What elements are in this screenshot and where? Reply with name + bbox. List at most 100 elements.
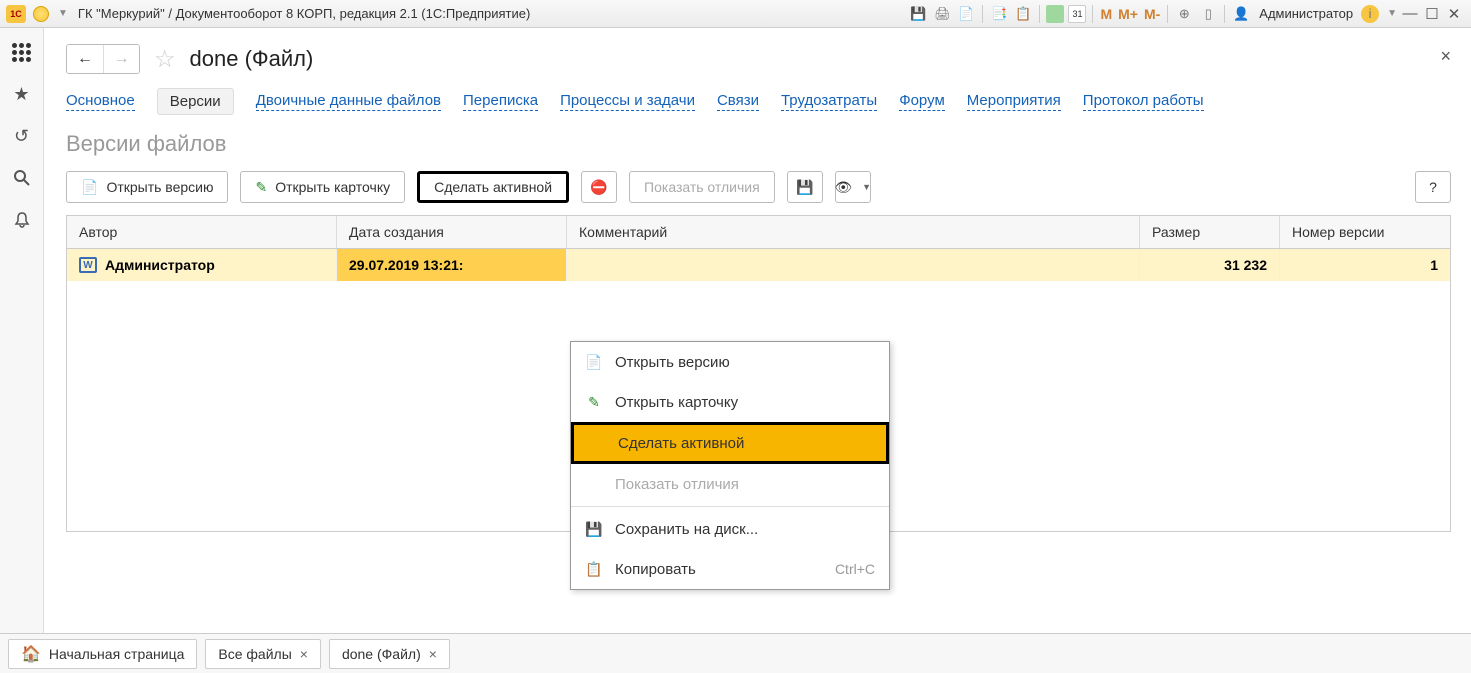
disk-icon: 💾 <box>796 179 813 196</box>
nav-buttons: ← → <box>66 44 140 74</box>
back-button[interactable]: ← <box>67 45 103 73</box>
ctx-separator <box>571 506 889 507</box>
search-icon[interactable] <box>10 166 34 190</box>
zoom-icon[interactable]: ⊕ <box>1174 4 1194 24</box>
page-header: ← → ☆ done (Файл) <box>66 44 1451 74</box>
favorite-star-icon[interactable]: ☆ <box>154 45 176 74</box>
app-logo-icon: 1C <box>6 5 26 23</box>
titlebar: 1C ▼ ГК "Меркурий" / Документооборот 8 К… <box>0 0 1471 28</box>
print-icon[interactable]: 🖨 <box>932 4 952 24</box>
workspace: ★ ↺ × ← → ☆ done (Файл) Основное Версии … <box>0 28 1471 633</box>
context-menu: 📄Открыть версию ✎Открыть карточку Сделат… <box>570 341 890 590</box>
btab-home[interactable]: 🏠Начальная страница <box>8 639 197 669</box>
calculator-icon[interactable] <box>1046 5 1064 23</box>
ctx-open-version[interactable]: 📄Открыть версию <box>571 342 889 382</box>
ctx-copy[interactable]: 📋КопироватьCtrl+C <box>571 549 889 589</box>
open-card-label: Открыть карточку <box>275 179 390 195</box>
document-icon: 📄 <box>585 354 603 371</box>
ctx-save-disk[interactable]: 💾Сохранить на диск... <box>571 509 889 549</box>
pencil-icon: ✎ <box>255 179 267 196</box>
forward-button[interactable]: → <box>103 45 139 73</box>
col-author[interactable]: Автор <box>67 216 337 248</box>
notifications-icon[interactable] <box>10 208 34 232</box>
delete-button[interactable]: ⛔ <box>581 171 617 203</box>
content-area: × ← → ☆ done (Файл) Основное Версии Двои… <box>44 28 1471 633</box>
close-tab-button[interactable]: × <box>1440 46 1451 67</box>
page-title: done (Файл) <box>190 46 314 72</box>
ctx-open-card[interactable]: ✎Открыть карточку <box>571 382 889 422</box>
calendar-icon[interactable]: 31 <box>1068 5 1086 23</box>
tab-worklog[interactable]: Протокол работы <box>1083 92 1204 111</box>
circle-icon[interactable] <box>33 6 49 22</box>
save-to-disk-button[interactable]: 💾 <box>787 171 823 203</box>
bottom-tabbar: 🏠Начальная страница Все файлы× done (Фай… <box>0 633 1471 673</box>
tab-links[interactable]: Связи <box>717 92 759 111</box>
user-icon: 👤 <box>1231 4 1251 24</box>
memory-mplus-button[interactable]: M+ <box>1115 6 1141 22</box>
tab-bar: Основное Версии Двоичные данные файлов П… <box>66 88 1451 115</box>
user-label[interactable]: Администратор <box>1253 6 1359 21</box>
left-sidebar: ★ ↺ <box>0 28 44 633</box>
cell-version: 1 <box>1280 249 1450 281</box>
close-button[interactable]: ✕ <box>1445 5 1463 23</box>
close-icon[interactable]: × <box>429 646 437 662</box>
cell-author: WАдминистратор <box>67 249 337 281</box>
panel-icon[interactable]: ▯ <box>1198 4 1218 24</box>
btab-done-file[interactable]: done (Файл)× <box>329 639 450 669</box>
minimize-button[interactable]: — <box>1401 5 1419 23</box>
col-date[interactable]: Дата создания <box>337 216 567 248</box>
cell-size: 31 232 <box>1140 249 1280 281</box>
disk-icon: 💾 <box>585 521 603 538</box>
col-comment[interactable]: Комментарий <box>567 216 1140 248</box>
table-header: Автор Дата создания Комментарий Размер Н… <box>67 216 1450 249</box>
tab-forum[interactable]: Форум <box>899 92 945 111</box>
col-version[interactable]: Номер версии <box>1280 216 1450 248</box>
open-version-label: Открыть версию <box>106 179 213 195</box>
table-row[interactable]: WАдминистратор 29.07.2019 13:21: 31 232 … <box>67 249 1450 281</box>
close-icon[interactable]: × <box>300 646 308 662</box>
tab-events[interactable]: Мероприятия <box>967 92 1061 111</box>
open-card-button[interactable]: ✎ Открыть карточку <box>240 171 405 203</box>
tab-binary-data[interactable]: Двоичные данные файлов <box>256 92 441 111</box>
show-diff-label: Показать отличия <box>644 179 760 195</box>
cell-date: 29.07.2019 13:21: <box>337 249 567 281</box>
preview-icon[interactable]: 📋 <box>1013 4 1033 24</box>
delete-icon: ⛔ <box>590 179 607 196</box>
show-diff-button[interactable]: Показать отличия <box>629 171 775 203</box>
make-active-label: Сделать активной <box>434 179 552 195</box>
memory-m-button[interactable]: M <box>1097 6 1115 22</box>
open-version-button[interactable]: 📄 Открыть версию <box>66 171 228 203</box>
memory-mminus-button[interactable]: M- <box>1141 6 1163 22</box>
make-active-button[interactable]: Сделать активной <box>417 171 569 203</box>
compare-icon[interactable]: 📑 <box>989 4 1009 24</box>
tab-versions[interactable]: Версии <box>157 88 234 115</box>
window-title: ГК "Меркурий" / Документооборот 8 КОРП, … <box>78 6 530 21</box>
help-button[interactable]: ? <box>1415 171 1451 203</box>
col-size[interactable]: Размер <box>1140 216 1280 248</box>
info-icon[interactable]: i <box>1361 5 1379 23</box>
ctx-copy-shortcut: Ctrl+C <box>835 561 875 577</box>
tab-processes[interactable]: Процессы и задачи <box>560 92 695 111</box>
ctx-make-active[interactable]: Сделать активной <box>571 422 889 464</box>
history-icon[interactable]: ↺ <box>10 124 34 148</box>
eye-icon: 👁 <box>834 179 852 196</box>
copy-icon: 📋 <box>585 561 603 578</box>
chevron-down-icon[interactable]: ▼ <box>1387 8 1397 19</box>
btab-all-files[interactable]: Все файлы× <box>205 639 321 669</box>
chevron-down-icon[interactable]: ▼ <box>58 8 68 19</box>
tab-correspondence[interactable]: Переписка <box>463 92 538 111</box>
maximize-button[interactable]: ☐ <box>1423 5 1441 23</box>
save-icon[interactable]: 💾 <box>908 4 928 24</box>
chevron-down-icon: ▼ <box>862 182 871 192</box>
toolbar: 📄 Открыть версию ✎ Открыть карточку Сделат… <box>66 171 1451 203</box>
tab-main[interactable]: Основное <box>66 92 135 111</box>
apps-icon[interactable] <box>10 40 34 64</box>
cell-comment <box>567 249 1140 281</box>
favorite-icon[interactable]: ★ <box>10 82 34 106</box>
view-mode-button[interactable]: 👁▼ <box>835 171 871 203</box>
tab-labor[interactable]: Трудозатраты <box>781 92 877 111</box>
section-title: Версии файлов <box>66 131 1451 157</box>
word-icon: W <box>79 257 97 273</box>
document-icon: 📄 <box>81 179 98 196</box>
doc-icon[interactable]: 📄 <box>956 4 976 24</box>
